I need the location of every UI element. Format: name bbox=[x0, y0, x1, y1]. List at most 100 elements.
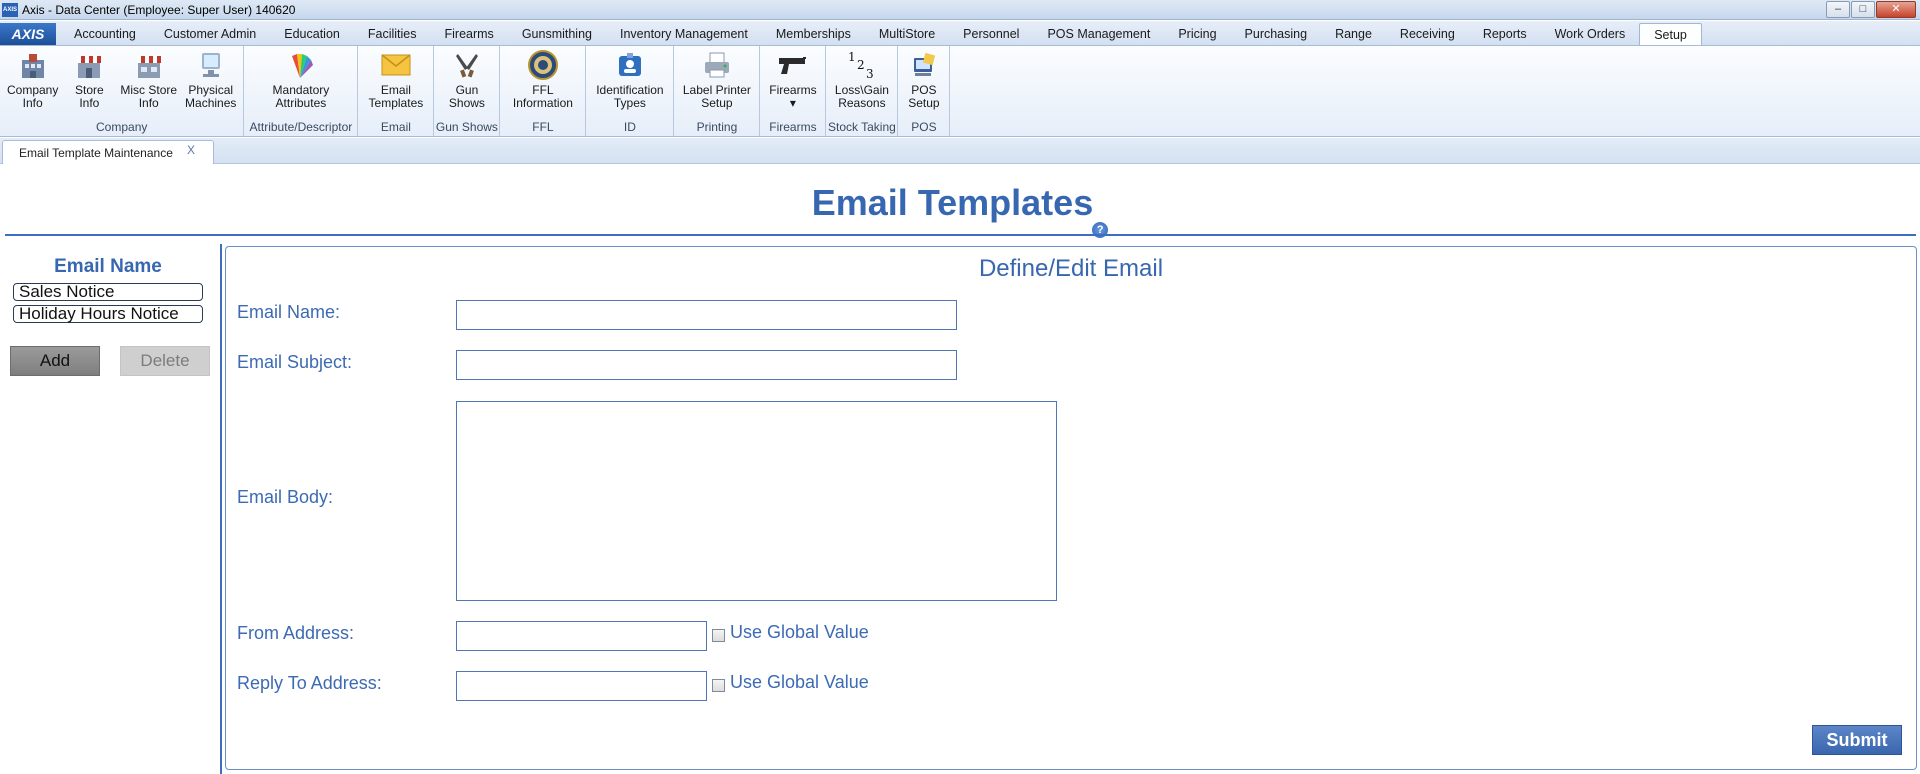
tab-inventory-management[interactable]: Inventory Management bbox=[606, 23, 762, 45]
ribbon-group-firearms: Firearms ▾ Firearms bbox=[760, 46, 827, 136]
ribbon-button-label: Company Info bbox=[7, 83, 59, 110]
label-printer-setup-button[interactable]: Label Printer Setup bbox=[679, 48, 755, 120]
ribbon-group-label: Company bbox=[96, 120, 148, 134]
ribbon-group-label: FFL bbox=[532, 120, 554, 134]
pos-terminal-icon bbox=[907, 48, 941, 82]
ribbon-button-label: Store Info bbox=[75, 83, 104, 110]
tab-memberships[interactable]: Memberships bbox=[762, 23, 865, 45]
tab-facilities[interactable]: Facilities bbox=[354, 23, 431, 45]
store-info-button[interactable]: Store Info bbox=[62, 48, 116, 120]
tab-personnel[interactable]: Personnel bbox=[949, 23, 1033, 45]
tab-accounting[interactable]: Accounting bbox=[60, 23, 150, 45]
id-badge-icon bbox=[613, 48, 647, 82]
tab-education[interactable]: Education bbox=[270, 23, 354, 45]
tab-receiving[interactable]: Receiving bbox=[1386, 23, 1469, 45]
misc-store-info-button[interactable]: Misc Store Info bbox=[116, 48, 181, 120]
color-swatch-icon bbox=[284, 48, 318, 82]
tab-work-orders[interactable]: Work Orders bbox=[1541, 23, 1640, 45]
ffl-information-button[interactable]: FFL Information bbox=[509, 48, 577, 120]
tab-purchasing[interactable]: Purchasing bbox=[1231, 23, 1322, 45]
tab-gunsmithing[interactable]: Gunsmithing bbox=[508, 23, 606, 45]
email-name-heading: Email Name bbox=[54, 256, 162, 277]
list-item[interactable]: Sales Notice bbox=[13, 283, 203, 301]
list-item[interactable]: Holiday Hours Notice bbox=[13, 305, 203, 323]
main-menu: AXIS Accounting Customer Admin Education… bbox=[0, 21, 1920, 45]
ribbon-group-label: Printing bbox=[696, 120, 738, 134]
ribbon-button-label: Loss\Gain Reasons bbox=[834, 83, 889, 110]
ribbon-group-label: Firearms bbox=[769, 120, 817, 134]
email-subject-field[interactable] bbox=[456, 350, 957, 380]
email-subject-label: Email Subject: bbox=[237, 352, 353, 372]
tab-setup[interactable]: Setup bbox=[1639, 23, 1702, 45]
ribbon-group-pos: POS Setup POS bbox=[898, 46, 951, 136]
minimize-button[interactable]: – bbox=[1826, 1, 1850, 18]
ribbon-button-label: Physical Machines bbox=[185, 83, 237, 110]
ribbon-group-id: Identification Types ID bbox=[586, 46, 675, 136]
ribbon-button-label: POS Setup bbox=[908, 83, 940, 110]
identification-types-button[interactable]: Identification Types bbox=[592, 48, 667, 120]
tab-multistore[interactable]: MultiStore bbox=[865, 23, 949, 45]
email-templates-button[interactable]: Email Templates bbox=[365, 48, 428, 120]
maximize-button[interactable]: □ bbox=[1851, 1, 1875, 18]
pos-setup-button[interactable]: POS Setup bbox=[902, 48, 946, 120]
from-address-label: From Address: bbox=[237, 623, 355, 643]
define-edit-email-panel: Define/Edit Email Email Name: Email Subj… bbox=[225, 246, 1917, 770]
add-button[interactable]: Add bbox=[10, 346, 100, 376]
ribbon-group-label: ID bbox=[623, 120, 636, 134]
svg-text:2: 2 bbox=[857, 58, 865, 72]
tab-firearms[interactable]: Firearms bbox=[431, 23, 508, 45]
firearms-dropdown-button[interactable]: Firearms ▾ bbox=[765, 48, 820, 120]
ribbon-group-gun-shows: Gun Shows Gun Shows bbox=[434, 46, 501, 136]
tab-range[interactable]: Range bbox=[1321, 23, 1386, 45]
reply-use-global-checkbox[interactable] bbox=[712, 679, 725, 692]
gun-shows-button[interactable]: Gun Shows bbox=[440, 48, 494, 120]
store-icon bbox=[72, 48, 106, 82]
mandatory-attributes-button[interactable]: Mandatory Attributes bbox=[269, 48, 334, 120]
email-list-panel: Email Name Sales Notice Holiday Hours No… bbox=[0, 244, 218, 774]
delete-button: Delete bbox=[120, 346, 210, 376]
tab-customer-admin[interactable]: Customer Admin bbox=[150, 23, 270, 45]
doc-tab-email-template-maintenance[interactable]: Email Template Maintenance X bbox=[2, 140, 214, 164]
ribbon-button-label: Mandatory Attributes bbox=[272, 83, 330, 110]
email-name-field[interactable] bbox=[456, 300, 957, 330]
tab-reports[interactable]: Reports bbox=[1469, 23, 1541, 45]
building-icon bbox=[16, 48, 50, 82]
close-window-button[interactable]: ✕ bbox=[1876, 1, 1916, 18]
from-use-global-label: Use Global Value bbox=[730, 622, 869, 642]
company-info-button[interactable]: Company Info bbox=[3, 48, 62, 120]
ribbon-button-label: Firearms ▾ bbox=[769, 83, 817, 110]
from-address-field[interactable] bbox=[456, 621, 707, 651]
envelope-icon bbox=[379, 48, 413, 82]
ribbon-group-ffl: FFL Information FFL bbox=[500, 46, 587, 136]
page-title-row: Email Templates? bbox=[0, 182, 1920, 238]
reply-to-address-label: Reply To Address: bbox=[237, 673, 382, 693]
close-tab-icon[interactable]: X bbox=[187, 143, 195, 157]
ribbon-group-attribute: Mandatory Attributes Attribute/Descripto… bbox=[244, 46, 359, 136]
window-controls: – □ ✕ bbox=[1826, 1, 1916, 18]
pistols-icon bbox=[450, 48, 484, 82]
ribbon-group-label: Email bbox=[380, 120, 411, 134]
ribbon-group-email: Email Templates Email bbox=[358, 46, 435, 136]
loss-gain-reasons-button[interactable]: 123 Loss\Gain Reasons bbox=[831, 48, 893, 120]
numbers-icon: 123 bbox=[845, 48, 879, 82]
window-title-bar: AXIS Axis - Data Center (Employee: Super… bbox=[0, 0, 1920, 20]
ribbon-button-label: Label Printer Setup bbox=[682, 83, 751, 110]
tab-pos-management[interactable]: POS Management bbox=[1033, 23, 1164, 45]
printer-icon bbox=[700, 48, 734, 82]
app-icon: AXIS bbox=[2, 2, 18, 17]
handgun-icon bbox=[776, 48, 810, 82]
store-misc-icon bbox=[132, 48, 166, 82]
ribbon-group-company: Company Info Store Info Misc Store Info … bbox=[0, 46, 245, 136]
doc-tab-label: Email Template Maintenance bbox=[19, 145, 173, 160]
physical-machines-button[interactable]: Physical Machines bbox=[181, 48, 240, 120]
seal-icon bbox=[526, 48, 560, 82]
reply-use-global-label: Use Global Value bbox=[730, 672, 869, 692]
reply-to-address-field[interactable] bbox=[456, 671, 707, 701]
submit-button[interactable]: Submit bbox=[1812, 725, 1902, 755]
from-use-global-checkbox[interactable] bbox=[712, 629, 725, 642]
axis-logo-tab[interactable]: AXIS bbox=[0, 23, 56, 45]
email-body-field[interactable] bbox=[456, 401, 1057, 601]
ribbon-group-stock-taking: 123 Loss\Gain Reasons Stock Taking bbox=[826, 46, 899, 136]
ribbon-button-label: Gun Shows bbox=[448, 83, 485, 110]
tab-pricing[interactable]: Pricing bbox=[1164, 23, 1230, 45]
